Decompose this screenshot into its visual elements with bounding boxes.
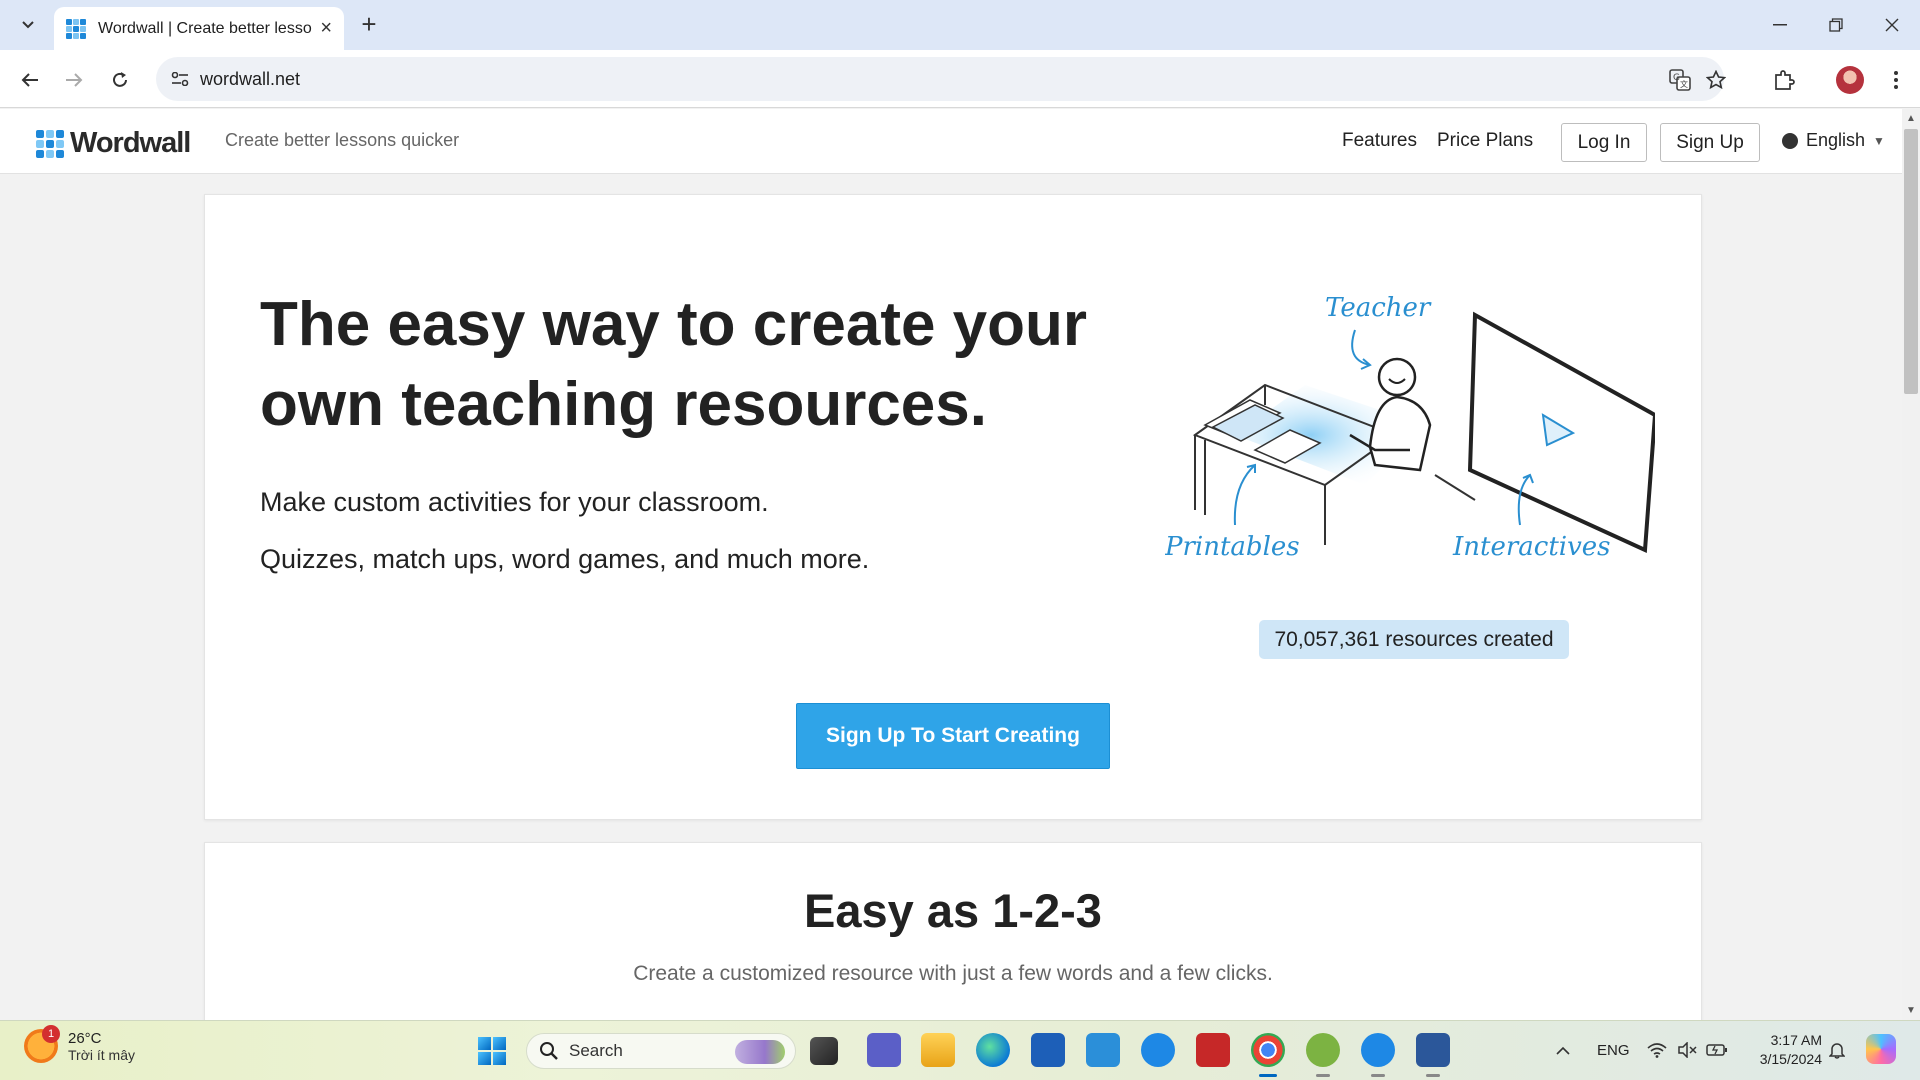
nav-price-plans-link[interactable]: Price Plans bbox=[1437, 130, 1533, 152]
wordwall-favicon-icon bbox=[66, 18, 86, 39]
back-button[interactable] bbox=[12, 62, 48, 98]
resource-count-badge: 70,057,361 resources created bbox=[1259, 620, 1569, 659]
mcafee-icon[interactable] bbox=[1196, 1033, 1230, 1067]
myhp-icon[interactable] bbox=[1086, 1033, 1120, 1067]
forward-button[interactable] bbox=[56, 62, 92, 98]
green-app-icon[interactable] bbox=[1306, 1033, 1340, 1077]
search-highlight-image bbox=[735, 1040, 785, 1064]
show-hidden-icons-chevron-icon[interactable] bbox=[1552, 1039, 1574, 1061]
sign-up-to-start-creating-button[interactable]: Sign Up To Start Creating bbox=[796, 703, 1110, 769]
steps-section-subtitle: Create a customized resource with just a… bbox=[633, 962, 1273, 985]
scrollbar-thumb[interactable] bbox=[1904, 129, 1918, 394]
nav-features-link[interactable]: Features bbox=[1342, 130, 1417, 152]
interactives-label: Interactives bbox=[1452, 532, 1611, 562]
taskbar-search-box[interactable]: Search bbox=[526, 1033, 796, 1069]
site-tagline: Create better lessons quicker bbox=[225, 130, 460, 150]
close-window-icon[interactable] bbox=[1864, 0, 1920, 50]
browser-tab-strip: Wordwall | Create better lesson × + bbox=[0, 0, 1920, 50]
zalo-icon[interactable] bbox=[1361, 1033, 1395, 1077]
tab-search-dropdown-icon[interactable] bbox=[12, 10, 44, 40]
system-clock[interactable]: 3:17 AM 3/15/2024 bbox=[1748, 1031, 1822, 1069]
weather-notification-badge: 1 bbox=[42, 1025, 60, 1043]
caret-down-icon: ▼ bbox=[1873, 133, 1885, 148]
notification-bell-icon[interactable] bbox=[1826, 1039, 1848, 1061]
scroll-down-arrow-icon[interactable]: ▼ bbox=[1906, 1005, 1916, 1016]
wordwall-logo-icon bbox=[36, 129, 64, 158]
clock-time: 3:17 AM bbox=[1770, 1032, 1822, 1048]
steps-section-title: Easy as 1-2-3 bbox=[804, 884, 1102, 937]
weather-sun-icon: 1 bbox=[24, 1025, 60, 1063]
steps-section-card: Easy as 1-2-3 Create a customized resour… bbox=[204, 842, 1702, 1042]
chrome-icon[interactable] bbox=[1251, 1033, 1285, 1077]
taskbar-search-label: Search bbox=[569, 1041, 623, 1060]
weather-widget[interactable]: 1 26°C Trời ít mây bbox=[24, 1025, 135, 1063]
microsoft-store-icon[interactable] bbox=[1031, 1033, 1065, 1067]
new-tab-button[interactable]: + bbox=[354, 9, 384, 39]
hero-title: The easy way to create your own teaching… bbox=[260, 290, 1088, 439]
battery-icon[interactable] bbox=[1706, 1039, 1728, 1061]
teams-icon[interactable] bbox=[867, 1033, 901, 1067]
sign-up-button[interactable]: Sign Up bbox=[1660, 123, 1760, 162]
clock-date: 3/15/2024 bbox=[1759, 1051, 1822, 1067]
browser-menu-icon[interactable] bbox=[1878, 62, 1914, 98]
teacher-label: Teacher bbox=[1325, 293, 1432, 323]
translate-icon[interactable]: G文 bbox=[1666, 66, 1694, 94]
windows-start-icon[interactable] bbox=[478, 1037, 506, 1065]
tab-title: Wordwall | Create better lesson bbox=[98, 19, 313, 37]
task-view-icon[interactable] bbox=[810, 1037, 838, 1065]
hero-subtitle-1: Make custom activities for your classroo… bbox=[260, 487, 769, 517]
weather-description: Trời ít mây bbox=[68, 1046, 135, 1063]
wifi-icon[interactable] bbox=[1646, 1039, 1668, 1061]
get-help-icon[interactable] bbox=[1141, 1033, 1175, 1067]
url-text: wordwall.net bbox=[200, 69, 301, 89]
svg-text:G: G bbox=[1673, 73, 1680, 83]
bookmark-star-icon[interactable] bbox=[1702, 66, 1730, 94]
hero-card: The easy way to create your own teaching… bbox=[204, 194, 1702, 820]
copilot-icon[interactable] bbox=[1866, 1034, 1896, 1064]
wordwall-logo[interactable]: Wordwall bbox=[36, 127, 191, 160]
address-bar[interactable]: wordwall.net G文 bbox=[156, 57, 1726, 101]
browser-toolbar: wordwall.net G文 bbox=[0, 50, 1920, 108]
scroll-up-arrow-icon[interactable]: ▲ bbox=[1906, 113, 1916, 124]
svg-text:文: 文 bbox=[1680, 79, 1688, 89]
page-scrollbar[interactable]: ▲ ▼ bbox=[1902, 109, 1920, 1020]
volume-muted-icon[interactable] bbox=[1676, 1039, 1698, 1061]
reload-button[interactable] bbox=[102, 62, 138, 98]
file-explorer-icon[interactable] bbox=[921, 1033, 955, 1067]
log-in-button[interactable]: Log In bbox=[1561, 123, 1647, 162]
logo-text: Wordwall bbox=[70, 127, 191, 159]
site-header: Wordwall Create better lessons quicker F… bbox=[0, 109, 1902, 174]
language-label: English bbox=[1806, 130, 1866, 150]
hero-subtitle-2: Quizzes, match ups, word games, and much… bbox=[260, 544, 870, 574]
teacher-classroom-illustration: Teacher Printables Interactives bbox=[1165, 293, 1655, 562]
language-indicator[interactable]: ENG bbox=[1597, 1042, 1630, 1059]
windows-taskbar: 1 26°C Trời ít mây Search ENG 3:17 AM 3/… bbox=[0, 1020, 1920, 1080]
printables-label: Printables bbox=[1165, 532, 1300, 562]
site-info-icon[interactable] bbox=[166, 65, 194, 93]
search-icon bbox=[540, 1042, 558, 1060]
profile-avatar[interactable] bbox=[1832, 62, 1868, 98]
restore-window-icon[interactable] bbox=[1808, 0, 1864, 50]
minimize-window-icon[interactable] bbox=[1752, 0, 1808, 50]
browser-tab-active[interactable]: Wordwall | Create better lesson × bbox=[54, 7, 344, 50]
globe-icon bbox=[1782, 132, 1798, 149]
tab-close-icon[interactable]: × bbox=[320, 17, 332, 40]
extensions-icon[interactable] bbox=[1766, 62, 1802, 98]
edge-icon[interactable] bbox=[976, 1033, 1010, 1067]
language-selector[interactable]: English ▼ bbox=[1782, 130, 1885, 151]
word-icon[interactable] bbox=[1416, 1033, 1450, 1077]
weather-temperature: 26°C bbox=[68, 1029, 102, 1047]
